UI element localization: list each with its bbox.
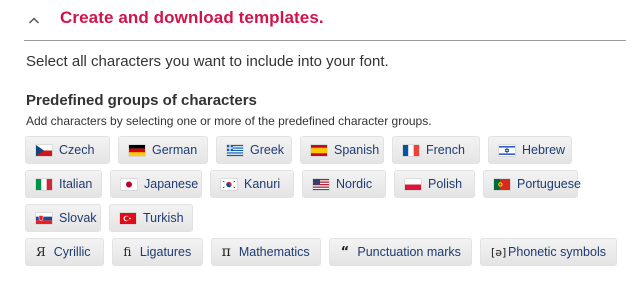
german-flag-icon (129, 144, 145, 156)
chip-hebrew[interactable]: Hebrew (488, 136, 572, 164)
chip-label: Punctuation marks (357, 245, 461, 259)
chip-portuguese[interactable]: Portuguese (483, 170, 581, 198)
chip-label: Polish (428, 177, 463, 191)
polish-flag-icon (405, 178, 421, 190)
greek-flag-icon (227, 144, 243, 156)
chip-czech[interactable]: Czech (25, 136, 110, 164)
chip-label: Mathematics (238, 245, 310, 259)
section-header[interactable]: Create and download templates. (24, 6, 324, 30)
chip-greek[interactable]: Greek (216, 136, 292, 164)
chip-label: Hebrew (522, 143, 566, 157)
chip-row: Czech German Greek Spanish French Hebrew (25, 136, 625, 164)
chip-french[interactable]: French (392, 136, 480, 164)
ligature-glyph-icon: ﬁ (123, 245, 132, 259)
cyrillic-glyph-icon: Я (36, 245, 46, 259)
slovak-flag-icon (36, 212, 52, 224)
chip-italian[interactable]: Italian (25, 170, 102, 198)
chip-german[interactable]: German (118, 136, 208, 164)
chip-row: Я Cyrillic ﬁ Ligatures π Mathematics “ P… (25, 238, 625, 266)
chip-nordic[interactable]: Nordic (302, 170, 386, 198)
japanese-flag-icon (121, 178, 137, 190)
chip-label: Cyrillic (53, 245, 91, 259)
chip-label: German (152, 143, 198, 157)
chip-mathematics[interactable]: π Mathematics (210, 238, 322, 266)
hebrew-flag-icon (499, 144, 515, 156)
chip-label: Nordic (336, 177, 373, 191)
chip-kanuri[interactable]: Kanuri (210, 170, 294, 198)
divider (24, 40, 626, 41)
section-title: Predefined groups of characters (26, 92, 257, 109)
spanish-flag-icon (311, 144, 327, 156)
section-subtitle: Add characters by selecting one or more … (26, 114, 432, 128)
quote-glyph-icon: “ (340, 244, 350, 260)
nordic-flag-icon (313, 178, 329, 190)
chip-slovak[interactable]: Slovak (25, 204, 101, 232)
chip-polish[interactable]: Polish (394, 170, 475, 198)
chip-label: Phonetic symbols (508, 245, 606, 259)
character-groups: Czech German Greek Spanish French Hebrew… (25, 136, 625, 272)
chip-label: Italian (59, 177, 93, 191)
chip-phonetic-symbols[interactable]: [ə] Phonetic symbols (480, 238, 617, 266)
chip-japanese[interactable]: Japanese (110, 170, 202, 198)
chip-label: French (426, 143, 465, 157)
chip-punctuation-marks[interactable]: “ Punctuation marks (329, 238, 472, 266)
french-flag-icon (403, 144, 419, 156)
chip-spanish[interactable]: Spanish (300, 136, 384, 164)
chip-label: Turkish (143, 211, 184, 225)
chip-label: Czech (59, 143, 95, 157)
intro-text: Select all characters you want to includ… (26, 53, 389, 70)
chip-turkish[interactable]: Turkish (109, 204, 193, 232)
pi-glyph-icon: π (221, 244, 231, 260)
chip-row: Italian Japanese Kanuri Nordic Polish Po… (25, 170, 625, 198)
chip-label: Japanese (144, 177, 199, 191)
italian-flag-icon (36, 178, 52, 190)
kanuri-flag-icon (221, 178, 237, 190)
phonetic-glyph-icon: [ə] (491, 245, 507, 259)
chip-label: Kanuri (244, 177, 281, 191)
chip-label: Ligatures (139, 245, 192, 259)
chip-row: Slovak Turkish (25, 204, 625, 232)
portuguese-flag-icon (494, 178, 510, 190)
chip-ligatures[interactable]: ﬁ Ligatures (111, 238, 203, 266)
chip-cyrillic[interactable]: Я Cyrillic (25, 238, 104, 266)
chip-label: Spanish (334, 143, 380, 157)
turkish-flag-icon (120, 212, 136, 224)
chip-label: Slovak (59, 211, 97, 225)
czech-flag-icon (36, 144, 52, 156)
chip-label: Portuguese (517, 177, 581, 191)
page-title: Create and download templates. (60, 8, 324, 27)
chip-label: Greek (250, 143, 285, 157)
chevron-up-icon[interactable] (28, 14, 40, 26)
